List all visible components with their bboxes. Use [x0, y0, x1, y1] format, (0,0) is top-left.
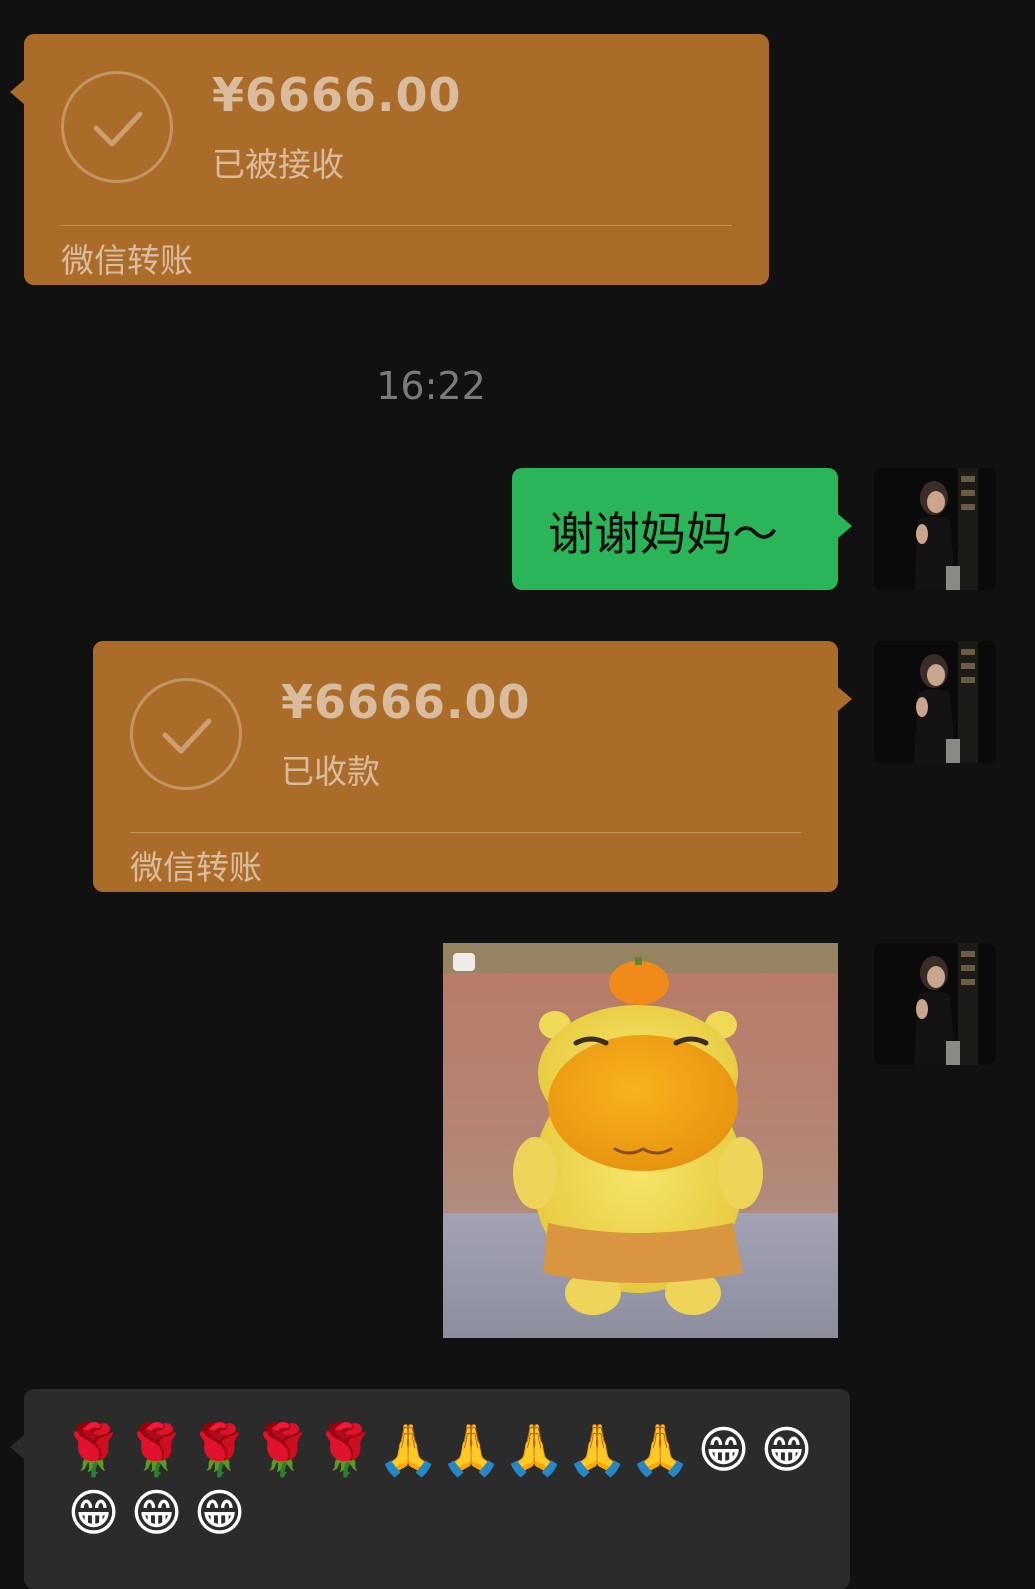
- divider: [61, 225, 732, 226]
- transfer-status: 已被接收: [212, 145, 344, 184]
- avatar[interactable]: [874, 468, 996, 590]
- rose-emoji: 🌹: [188, 1421, 251, 1479]
- avatar-photo: [874, 468, 996, 590]
- chat-timestamp: 16:22: [376, 364, 486, 408]
- yellow-cartoon-sticker: [443, 943, 838, 1338]
- emoji-list: 🌹 🌹 🌹 🌹 🌹 🙏 🙏 🙏 🙏 🙏 😁 😁 😁 😁 😁: [62, 1419, 842, 1545]
- grinning-face-emoji: 😁: [130, 1484, 183, 1542]
- grinning-face-emoji: 😁: [67, 1484, 120, 1542]
- avatar[interactable]: [874, 641, 996, 763]
- check-circle-icon: [61, 71, 173, 183]
- transfer-amount: ¥6666.00: [212, 68, 462, 122]
- sticker-image[interactable]: [443, 943, 838, 1338]
- praying-hands-emoji: 🙏: [377, 1421, 440, 1479]
- rose-emoji: 🌹: [62, 1421, 125, 1479]
- bubble-tail: [10, 1435, 24, 1459]
- praying-hands-emoji: 🙏: [440, 1421, 503, 1479]
- received-emoji-message[interactable]: 🌹 🌹 🌹 🌹 🌹 🙏 🙏 🙏 🙏 🙏 😁 😁 😁 😁 😁: [10, 1389, 850, 1589]
- check-circle-icon: [130, 678, 242, 790]
- transfer-footer-label: 微信转账: [61, 241, 193, 280]
- message-text: 谢谢妈妈～: [548, 507, 778, 561]
- avatar[interactable]: [874, 943, 996, 1065]
- bubble-tail: [10, 80, 24, 104]
- praying-hands-emoji: 🙏: [503, 1421, 566, 1479]
- praying-hands-emoji: 🙏: [629, 1421, 692, 1479]
- grinning-face-emoji: 😁: [760, 1421, 813, 1479]
- transfer-message-sent[interactable]: ¥6666.00 已收款 微信转账: [93, 641, 852, 892]
- praying-hands-emoji: 🙏: [566, 1421, 629, 1479]
- avatar-photo: [874, 641, 996, 763]
- divider: [130, 832, 801, 833]
- transfer-message-received[interactable]: ¥6666.00 已被接收 微信转账: [10, 34, 769, 285]
- transfer-status: 已收款: [281, 752, 380, 791]
- sent-text-message[interactable]: 谢谢妈妈～: [512, 468, 852, 590]
- avatar-photo: [874, 943, 996, 1065]
- transfer-footer-label: 微信转账: [130, 848, 262, 887]
- grinning-face-emoji: 😁: [697, 1421, 750, 1479]
- rose-emoji: 🌹: [251, 1421, 314, 1479]
- bubble-tail: [838, 514, 852, 538]
- bubble-tail: [838, 687, 852, 711]
- grinning-face-emoji: 😁: [193, 1484, 246, 1542]
- transfer-amount: ¥6666.00: [281, 675, 531, 729]
- rose-emoji: 🌹: [125, 1421, 188, 1479]
- rose-emoji: 🌹: [314, 1421, 377, 1479]
